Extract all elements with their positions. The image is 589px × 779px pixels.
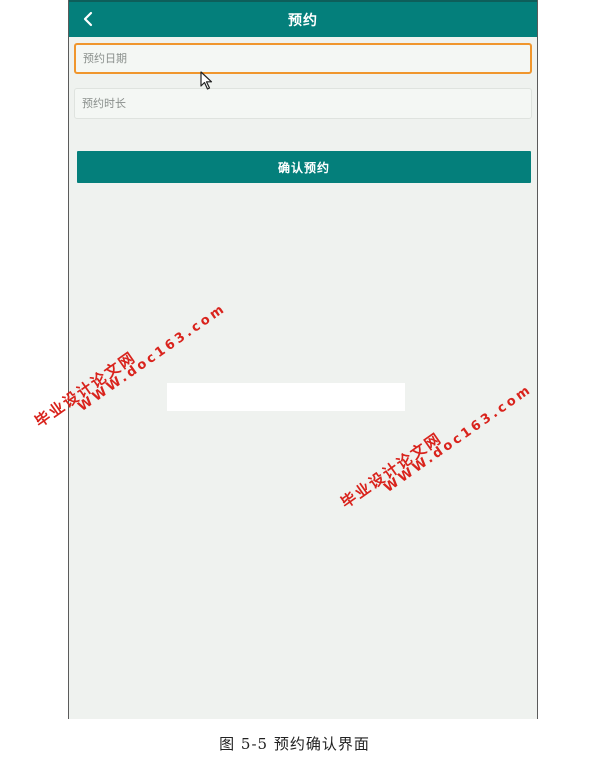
mouse-pointer-icon <box>200 71 213 90</box>
confirm-appointment-button[interactable]: 确认预约 <box>77 151 531 183</box>
appointment-duration-input[interactable] <box>74 88 532 119</box>
blank-panel <box>167 383 405 411</box>
figure-caption: 图 5-5 预约确认界面 <box>219 735 370 753</box>
appointment-date-input[interactable] <box>74 43 532 74</box>
app-bar: 预约 <box>69 0 537 37</box>
page-title: 预约 <box>288 13 318 29</box>
